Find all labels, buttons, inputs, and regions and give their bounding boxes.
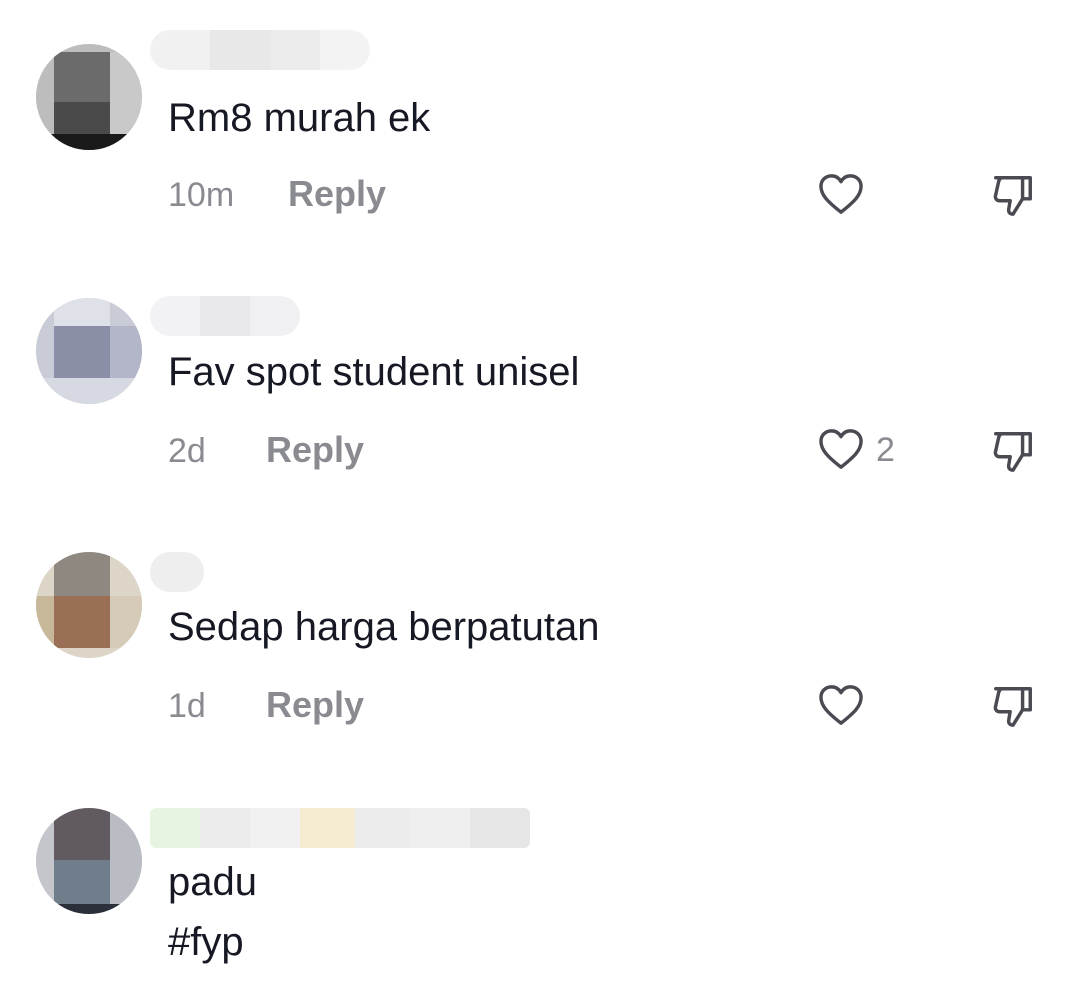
heart-icon[interactable] [818, 428, 864, 470]
thumbs-down-icon[interactable] [990, 428, 1036, 474]
comment-time: 2d [168, 432, 206, 470]
username-blurred[interactable] [150, 552, 204, 592]
comment-text: Fav spot student unisel [168, 350, 580, 394]
comment-text-line: padu [168, 860, 257, 904]
reply-button[interactable]: Reply [288, 173, 386, 215]
username-blurred[interactable] [150, 808, 530, 848]
comment-text: Rm8 murah ek [168, 96, 431, 140]
heart-icon[interactable] [818, 173, 864, 215]
username-blurred[interactable] [150, 30, 370, 70]
avatar[interactable] [36, 808, 142, 914]
comment-text-line: #fyp [168, 920, 244, 964]
avatar[interactable] [36, 298, 142, 404]
comment-time: 10m [168, 176, 235, 214]
thumbs-down-icon[interactable] [990, 683, 1036, 729]
reply-button[interactable]: Reply [266, 684, 364, 726]
like-count: 2 [876, 431, 895, 469]
comment-time: 1d [168, 687, 206, 725]
heart-icon[interactable] [818, 684, 864, 726]
avatar[interactable] [36, 44, 142, 150]
thumbs-down-icon[interactable] [990, 172, 1036, 218]
avatar[interactable] [36, 552, 142, 658]
comment-text: Sedap harga berpatutan [168, 605, 600, 649]
username-blurred[interactable] [150, 296, 300, 336]
reply-button[interactable]: Reply [266, 429, 364, 471]
